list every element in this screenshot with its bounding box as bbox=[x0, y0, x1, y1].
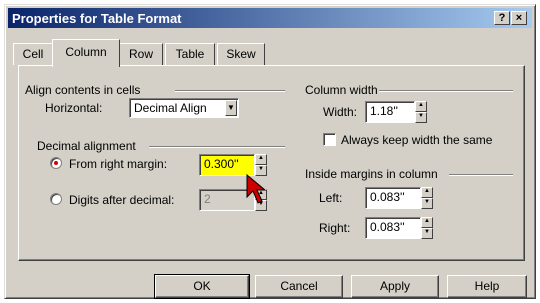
horizontal-select-value: Decimal Align bbox=[134, 101, 207, 115]
align-group-label: Align contents in cells bbox=[25, 83, 141, 97]
width-spinner[interactable]: ▲ ▼ bbox=[415, 101, 427, 123]
tab-label: Cell bbox=[22, 47, 44, 61]
horizontal-select[interactable]: Decimal Align bbox=[129, 98, 239, 118]
tab-label: Table bbox=[175, 47, 205, 61]
tab-label: Skew bbox=[226, 47, 256, 61]
help-question-button[interactable]: ? bbox=[494, 11, 510, 25]
spin-down-icon: ▼ bbox=[421, 198, 433, 209]
spin-down-icon: ▼ bbox=[421, 228, 433, 239]
from-right-label: From right margin: bbox=[69, 157, 168, 171]
spin-up-icon: ▲ bbox=[255, 154, 267, 165]
chevron-down-icon: ▼ bbox=[225, 100, 237, 116]
width-value: 1.18'' bbox=[370, 104, 398, 118]
digits-label: Digits after decimal: bbox=[69, 193, 175, 207]
left-margin-input[interactable]: 0.083'' bbox=[365, 187, 421, 209]
cancel-button[interactable]: Cancel bbox=[255, 275, 343, 298]
right-margin-value: 0.083'' bbox=[370, 220, 405, 234]
right-margin-input[interactable]: 0.083'' bbox=[365, 217, 421, 239]
spin-up-icon: ▲ bbox=[415, 101, 427, 112]
apply-button[interactable]: Apply bbox=[351, 275, 439, 298]
width-input[interactable]: 1.18'' bbox=[365, 101, 415, 123]
left-margin-value: 0.083'' bbox=[370, 190, 405, 204]
left-margin-label: Left: bbox=[319, 191, 343, 205]
tab-row[interactable]: Row bbox=[119, 43, 163, 65]
keep-width-label: Always keep width the same bbox=[341, 133, 493, 147]
help-button[interactable]: Help bbox=[447, 275, 527, 298]
decimal-group-divider bbox=[149, 146, 285, 148]
column-width-group-label: Column width bbox=[305, 83, 378, 97]
column-width-divider bbox=[379, 90, 513, 92]
width-label: Width: bbox=[323, 105, 358, 119]
tab-table[interactable]: Table bbox=[165, 43, 215, 65]
tab-cell[interactable]: Cell bbox=[13, 43, 53, 65]
digits-value: 2 bbox=[204, 192, 211, 206]
ok-button[interactable]: OK bbox=[154, 274, 250, 299]
radio-selected-dot bbox=[54, 161, 58, 165]
from-right-radio[interactable] bbox=[50, 157, 62, 169]
right-margin-spinner[interactable]: ▲ ▼ bbox=[421, 217, 433, 239]
close-button[interactable]: × bbox=[511, 11, 527, 25]
digits-radio[interactable] bbox=[50, 193, 62, 205]
spin-up-icon: ▲ bbox=[421, 217, 433, 228]
from-right-value: 0.300'' bbox=[204, 157, 239, 171]
tab-column[interactable]: Column bbox=[52, 39, 120, 67]
decimal-group-label: Decimal alignment bbox=[37, 139, 136, 153]
tab-label: Row bbox=[128, 47, 153, 61]
align-group-divider bbox=[175, 90, 285, 92]
dialog-title: Properties for Table Format bbox=[12, 11, 182, 26]
margins-divider bbox=[449, 174, 513, 176]
horizontal-label: Horizontal: bbox=[45, 101, 103, 115]
spin-up-icon: ▲ bbox=[421, 187, 433, 198]
tab-label: Column bbox=[65, 45, 107, 59]
horizontal-dropdown-arrow[interactable]: ▼ bbox=[225, 100, 237, 116]
spin-down-icon: ▼ bbox=[415, 112, 427, 123]
margins-group-label: Inside margins in column bbox=[305, 167, 438, 181]
left-margin-spinner[interactable]: ▲ ▼ bbox=[421, 187, 433, 209]
keep-width-checkbox[interactable] bbox=[323, 133, 336, 146]
tab-skew[interactable]: Skew bbox=[217, 43, 265, 65]
mouse-cursor-icon bbox=[246, 173, 267, 204]
title-bar[interactable]: Properties for Table Format ? × bbox=[8, 8, 532, 28]
right-margin-label: Right: bbox=[319, 221, 351, 235]
properties-dialog: Properties for Table Format ? × Cell Col… bbox=[4, 4, 536, 299]
